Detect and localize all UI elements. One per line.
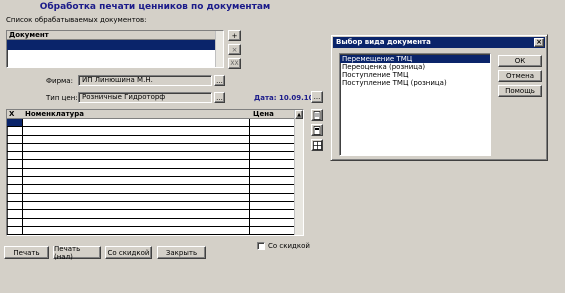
cancel-button[interactable]: Отмена bbox=[498, 70, 542, 82]
firm-select-button[interactable]: ... bbox=[214, 75, 225, 86]
price-type-field[interactable]: Розничные Гидроторф bbox=[78, 92, 212, 103]
document-type-list[interactable]: Перемещение ТМЦ Переоценка (розница) Посту… bbox=[339, 53, 491, 156]
grid-settings-icon[interactable] bbox=[311, 139, 323, 151]
col-x-header: X bbox=[9, 110, 15, 118]
col-name-header: Номенклатура bbox=[25, 110, 84, 118]
doc-list-label: Список обрабатываемых документов: bbox=[6, 16, 147, 24]
table-row[interactable] bbox=[7, 119, 294, 128]
table-row[interactable] bbox=[7, 136, 294, 144]
dialog-close-icon[interactable]: × bbox=[534, 38, 544, 47]
document-list[interactable]: Документ bbox=[6, 30, 224, 68]
remove-all-documents-button[interactable]: XX bbox=[228, 58, 241, 69]
selected-cell[interactable] bbox=[7, 119, 22, 126]
col-price-header: Цена bbox=[253, 110, 274, 118]
date-value: 10.09.10 bbox=[278, 94, 314, 102]
table-row[interactable] bbox=[7, 219, 294, 227]
table-row[interactable] bbox=[7, 144, 294, 153]
table-row[interactable] bbox=[7, 177, 294, 186]
table-row[interactable] bbox=[7, 194, 294, 202]
table-row[interactable] bbox=[7, 152, 294, 161]
price-type-select-button[interactable]: ... bbox=[214, 92, 225, 103]
document-type-dialog: Выбор вида документа × Перемещение ТМЦ Пе… bbox=[330, 34, 548, 161]
doc-column-header: Документ bbox=[9, 31, 49, 39]
doc-list-scrollbar[interactable] bbox=[215, 31, 223, 67]
table-row[interactable] bbox=[7, 210, 294, 219]
list-item[interactable]: Поступление ТМЦ bbox=[340, 71, 490, 79]
doc-selected-row[interactable] bbox=[7, 40, 215, 50]
goods-table-header: X Номенклатура Цена bbox=[7, 110, 303, 119]
goods-table[interactable]: X Номенклатура Цена ▲ bbox=[6, 109, 304, 236]
dialog-title: Выбор вида документа bbox=[336, 38, 431, 46]
table-row[interactable] bbox=[7, 185, 294, 194]
table-row[interactable] bbox=[7, 127, 294, 136]
firm-field[interactable]: ИП Линюшина М.Н. bbox=[78, 75, 212, 86]
list-item[interactable]: Перемещение ТМЦ bbox=[340, 55, 490, 63]
discount-checkbox-label: Со скидкой bbox=[268, 242, 310, 250]
table-row[interactable] bbox=[7, 202, 294, 211]
goods-table-body[interactable] bbox=[7, 119, 294, 235]
remove-document-button[interactable]: × bbox=[228, 44, 241, 55]
goods-table-scrollbar[interactable]: ▲ bbox=[294, 110, 303, 235]
print-button[interactable]: Печать bbox=[4, 246, 49, 259]
table-row[interactable] bbox=[7, 169, 294, 178]
close-button[interactable]: Закрыть bbox=[157, 246, 206, 259]
help-button[interactable]: Помощь bbox=[498, 85, 542, 97]
date-display: Дата: 10.09.10 bbox=[254, 94, 314, 102]
scroll-up-arrow-icon[interactable]: ▲ bbox=[295, 110, 303, 119]
table-row[interactable] bbox=[7, 160, 294, 169]
discount-checkbox[interactable] bbox=[257, 242, 265, 250]
page-title: Обработка печати ценников по документам bbox=[39, 2, 271, 12]
with-discount-button[interactable]: Со скидкой bbox=[105, 246, 152, 259]
doc-table-header: Документ bbox=[7, 31, 223, 40]
table-row[interactable] bbox=[7, 227, 294, 235]
dialog-titlebar[interactable]: Выбор вида документа × bbox=[333, 37, 545, 48]
firm-label: Фирма: bbox=[46, 77, 73, 85]
column-select-icon[interactable] bbox=[311, 124, 323, 136]
ok-button[interactable]: ОК bbox=[498, 55, 542, 67]
list-item[interactable]: Переоценка (розница) bbox=[340, 63, 490, 71]
edit-doc-icon[interactable] bbox=[311, 109, 323, 121]
add-document-button[interactable]: + bbox=[228, 30, 241, 41]
print-nal-button[interactable]: Печать (нал) bbox=[53, 245, 101, 261]
list-item[interactable]: Поступление ТМЦ (розница) bbox=[340, 79, 490, 87]
date-select-button[interactable]: ... bbox=[311, 91, 323, 103]
date-label: Дата: bbox=[254, 94, 277, 102]
price-type-label: Тип цен: bbox=[46, 94, 78, 102]
